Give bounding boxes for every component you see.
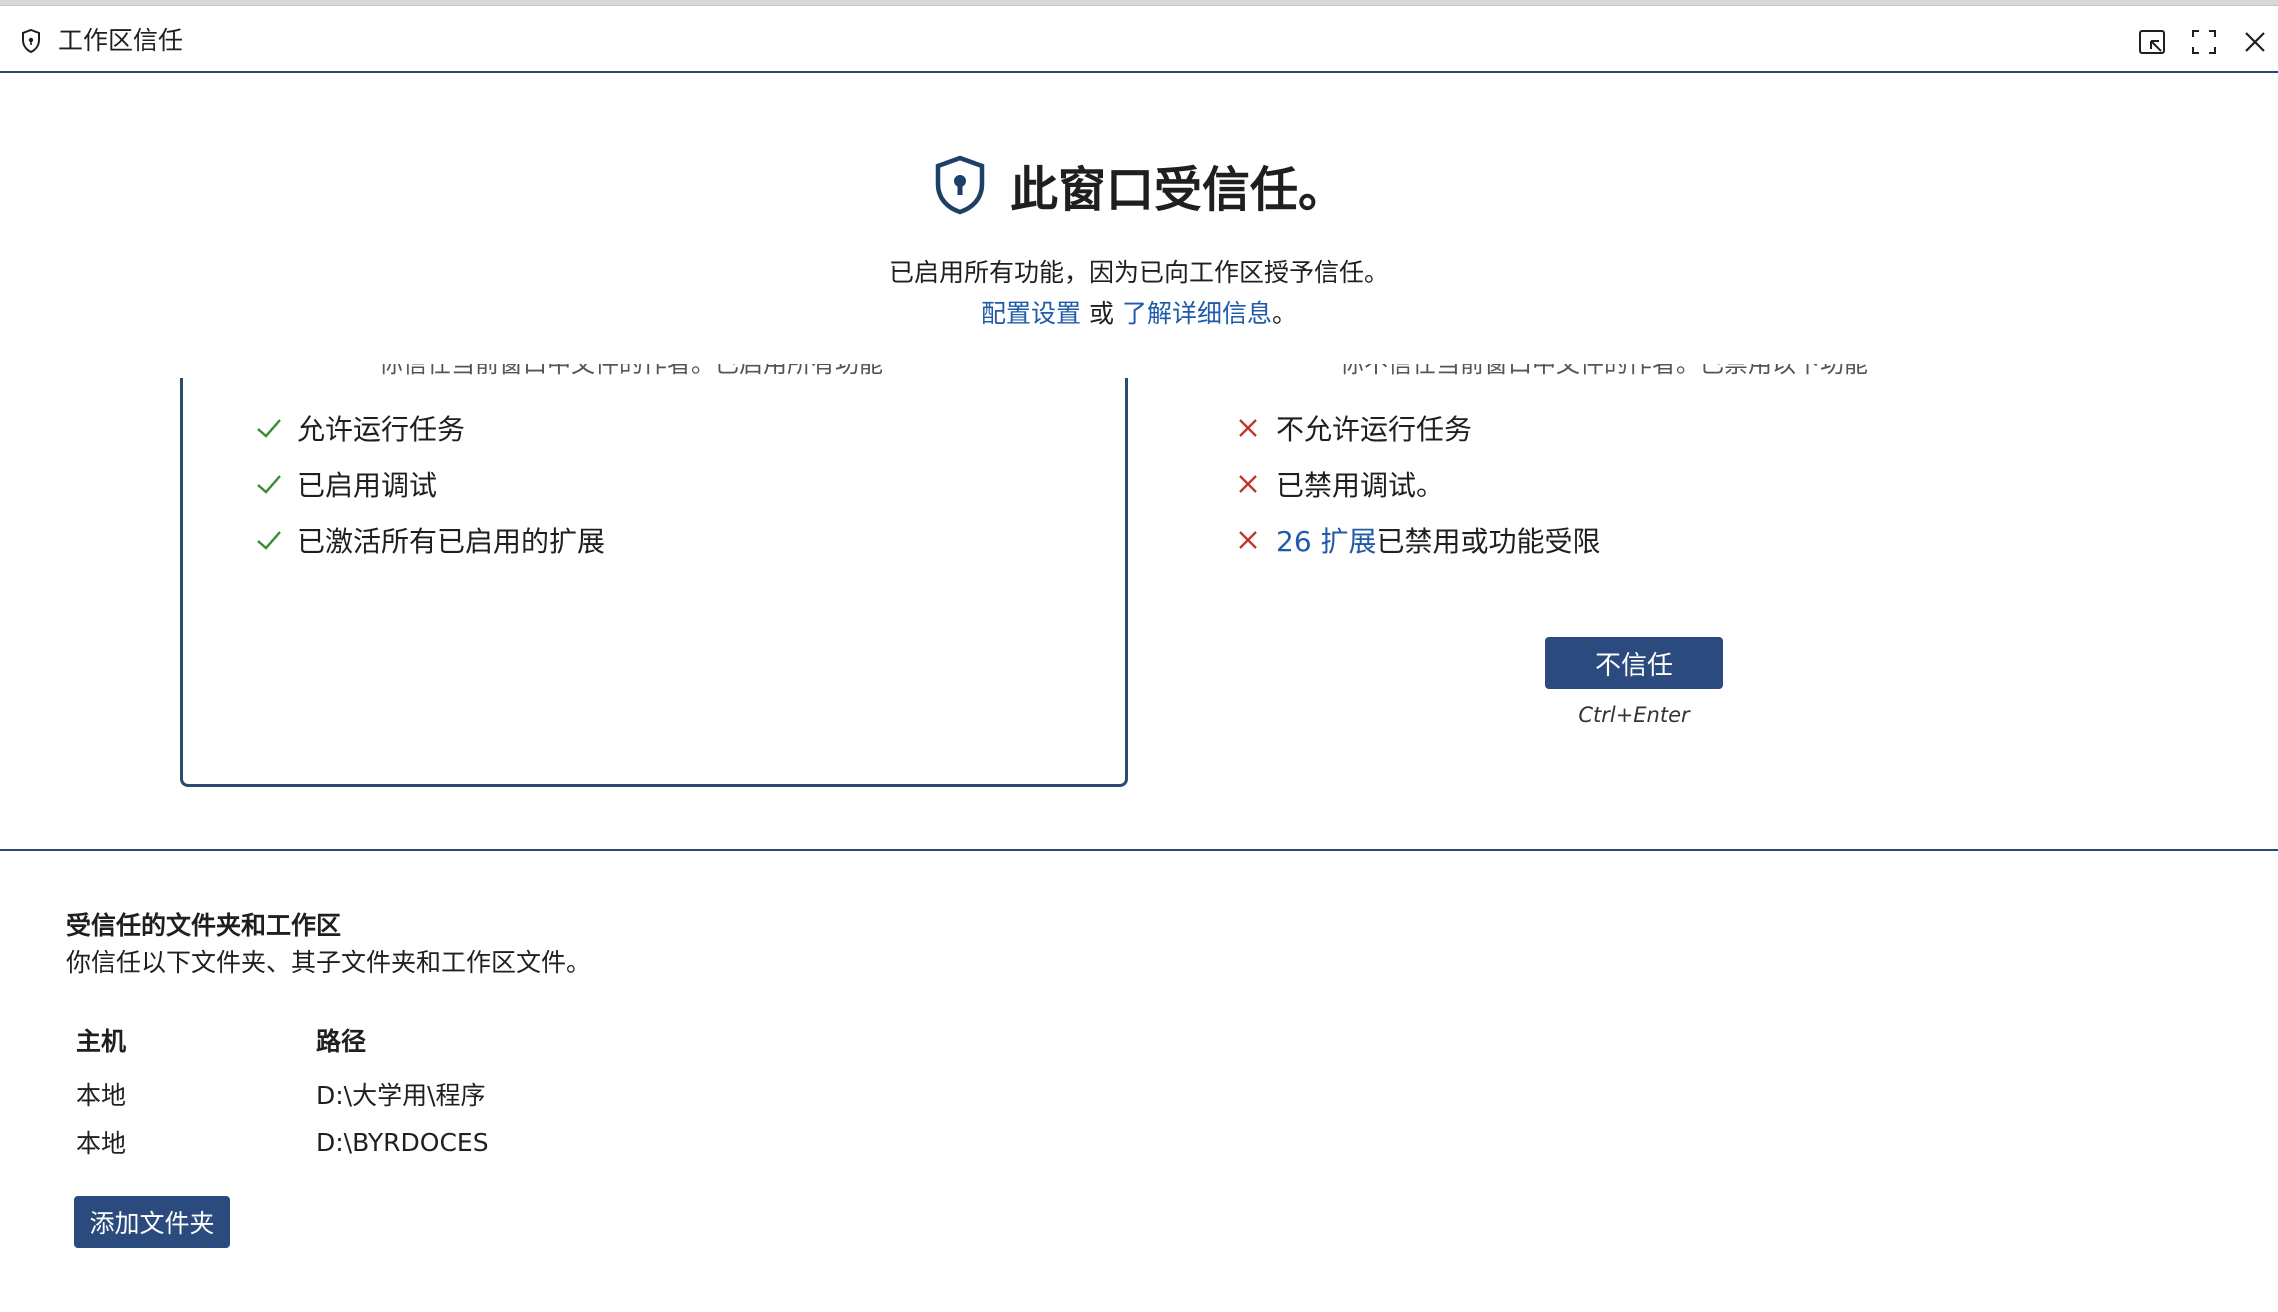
feature-label: 已激活所有已启用的扩展 xyxy=(297,525,606,558)
section-divider xyxy=(0,849,2278,851)
page-title: 此窗口受信任。 xyxy=(1009,162,1346,218)
window-title: 工作区信任 xyxy=(58,26,184,55)
keyboard-shortcut: Ctrl+Enter xyxy=(1578,703,1690,727)
shield-icon xyxy=(22,28,40,54)
fullscreen-button[interactable] xyxy=(2186,24,2222,60)
open-editor-button[interactable] xyxy=(2134,24,2170,60)
path-cell: D:\BYRDOCES xyxy=(316,1127,489,1157)
restricted-feature-list: 不允许运行任务 已禁用调试。 26 扩展 已禁用或功能受限 xyxy=(1234,400,1601,568)
list-item: 不允许运行任务 xyxy=(1234,400,1601,456)
check-icon xyxy=(257,475,281,494)
host-cell: 本地 xyxy=(76,1129,127,1158)
learn-more-link[interactable]: 了解详细信息 xyxy=(1122,299,1272,328)
check-icon xyxy=(257,419,281,438)
trusted-card: 你信任当前窗口中文件的作者。已启用所有功能 允许运行任务 已启用调试 已激活所有… xyxy=(180,364,1128,787)
period-text: 。 xyxy=(1271,299,1297,328)
cross-icon xyxy=(1239,419,1257,437)
table-header-row: 主机 路径 xyxy=(76,1022,916,1058)
open-editor-icon xyxy=(2139,30,2165,54)
dont-trust-button[interactable]: 不信任 xyxy=(1545,637,1723,689)
table-row[interactable]: 本地 D:\大学用\程序 xyxy=(76,1070,916,1118)
trust-links: 配置设置 或 了解详细信息。 xyxy=(0,294,2278,330)
extensions-link[interactable]: 26 扩展 xyxy=(1276,520,1377,560)
add-folder-button[interactable]: 添加文件夹 xyxy=(74,1196,230,1248)
trusted-folders-title: 受信任的文件夹和工作区 xyxy=(66,911,342,940)
check-icon xyxy=(257,531,281,550)
cross-icon xyxy=(1239,475,1257,493)
list-item: 26 扩展 已禁用或功能受限 xyxy=(1234,512,1601,568)
feature-label: 允许运行任务 xyxy=(297,413,466,446)
trusted-card-heading: 你信任当前窗口中文件的作者。已启用所有功能 xyxy=(379,364,883,378)
list-item: 已启用调试 xyxy=(255,456,605,512)
list-item: 已禁用调试。 xyxy=(1234,456,1601,512)
restricted-card-heading: 你不信任当前窗口中文件的作者。已禁用以下功能 xyxy=(1340,364,1868,378)
fullscreen-icon xyxy=(2192,30,2216,54)
table-row[interactable]: 本地 D:\BYRDOCES xyxy=(76,1118,916,1166)
column-header-path: 路径 xyxy=(316,1027,367,1056)
trusted-feature-list: 允许运行任务 已启用调试 已激活所有已启用的扩展 xyxy=(255,400,605,568)
column-header-host: 主机 xyxy=(76,1027,127,1056)
workspace-trust-window: 工作区信任 此窗口受信任。 已启用所有功能，因为已向工作区授予信任。 配置设置 … xyxy=(0,0,2278,1312)
feature-label: 已启用调试 xyxy=(297,469,438,502)
shield-icon xyxy=(935,155,985,215)
path-cell: D:\大学用\程序 xyxy=(316,1081,486,1110)
feature-label: 不允许运行任务 xyxy=(1276,413,1473,446)
feature-label: 已禁用或功能受限 xyxy=(1376,525,1601,558)
host-cell: 本地 xyxy=(76,1081,127,1110)
cross-icon xyxy=(1239,531,1257,549)
trusted-folders-description: 你信任以下文件夹、其子文件夹和工作区文件。 xyxy=(66,948,592,977)
close-icon xyxy=(2245,32,2265,52)
trust-header: 此窗口受信任。 xyxy=(0,150,2278,220)
close-button[interactable] xyxy=(2237,24,2273,60)
trusted-folders-table: 主机 路径 本地 D:\大学用\程序 本地 D:\BYRDOCES xyxy=(76,1022,916,1166)
or-text: 或 xyxy=(1088,299,1114,328)
list-item: 允许运行任务 xyxy=(255,400,605,456)
list-item: 已激活所有已启用的扩展 xyxy=(255,512,605,568)
trust-subtitle: 已启用所有功能，因为已向工作区授予信任。 xyxy=(888,258,1389,287)
title-bar: 工作区信任 xyxy=(0,6,2278,73)
configure-settings-link[interactable]: 配置设置 xyxy=(981,299,1081,328)
feature-label: 已禁用调试。 xyxy=(1276,469,1445,502)
